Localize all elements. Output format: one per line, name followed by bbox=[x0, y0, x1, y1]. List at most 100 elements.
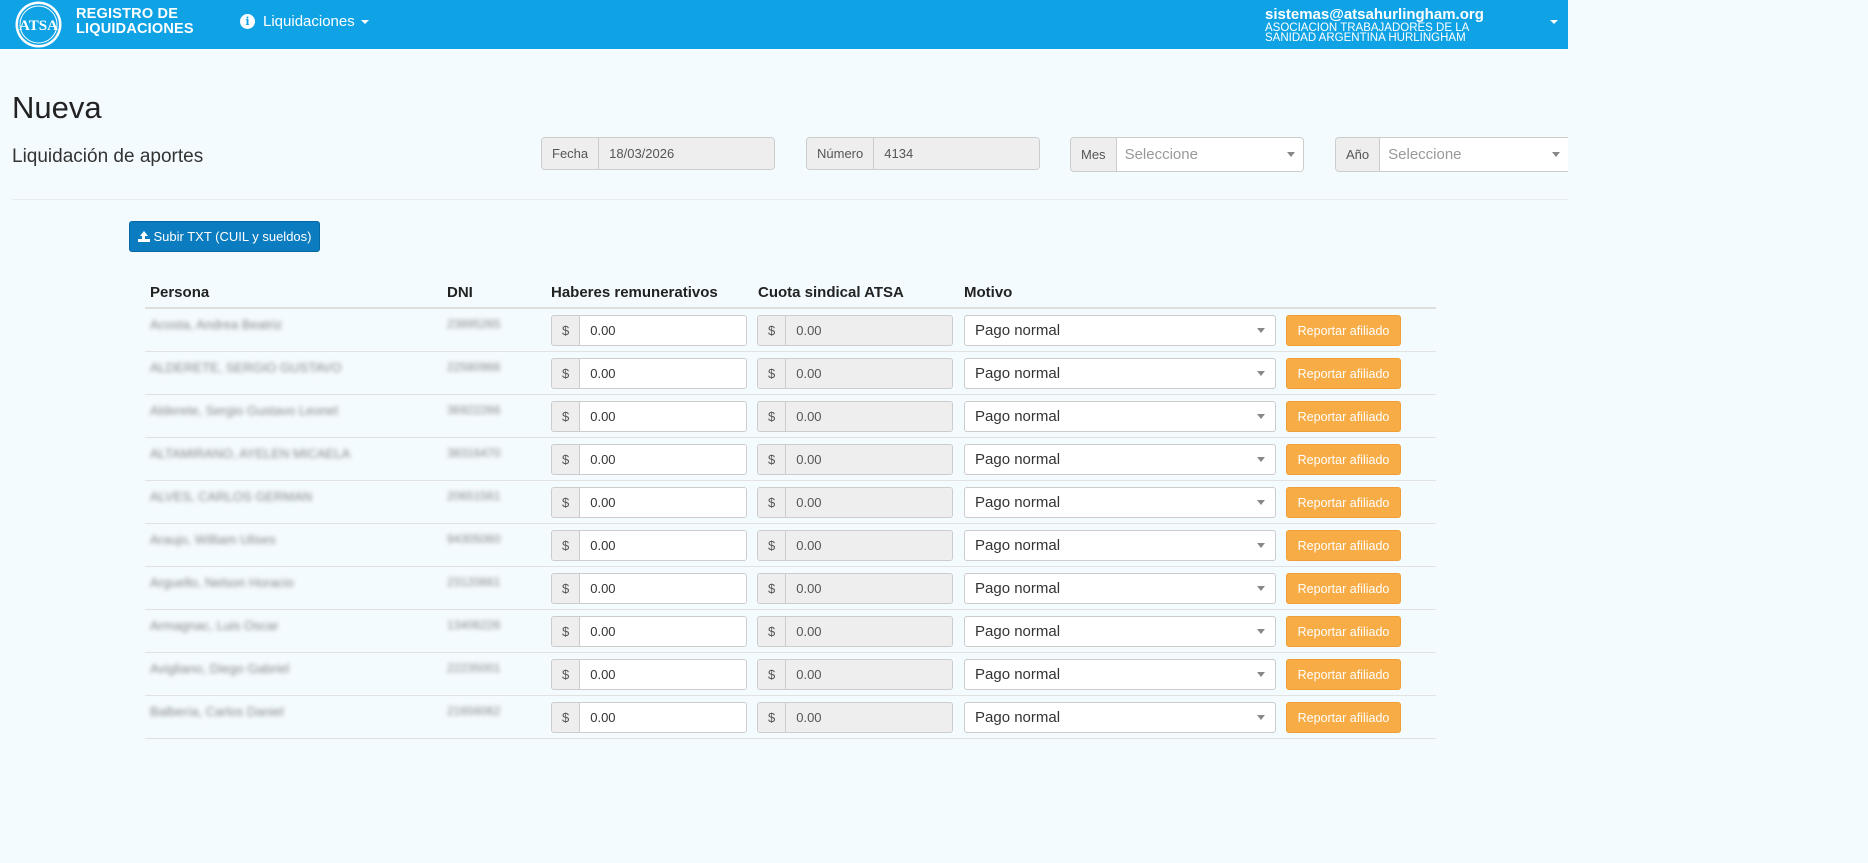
dni-cell: 22580966 bbox=[447, 360, 501, 374]
haberes-input-group[interactable]: $ 0.00 bbox=[551, 530, 747, 561]
currency-addon: $ bbox=[552, 359, 581, 388]
liquidaciones-menu[interactable]: i Liquidaciones bbox=[240, 13, 369, 30]
haberes-input-group[interactable]: $ 0.00 bbox=[551, 616, 747, 647]
table-header: Persona DNI Haberes remunerativos Cuota … bbox=[145, 280, 1436, 309]
header-divider bbox=[12, 199, 1568, 200]
haberes-input-group[interactable]: $ 0.00 bbox=[551, 659, 747, 690]
haberes-input-group[interactable]: $ 0.00 bbox=[551, 573, 747, 604]
motivo-selected-value: Pago normal bbox=[975, 494, 1061, 511]
app-brand[interactable]: REGISTRO DE LIQUIDACIONES bbox=[76, 7, 194, 37]
table-row: ALTAMIRANO, AYELEN MICAELA 38316470 $ 0.… bbox=[145, 438, 1436, 481]
currency-addon: $ bbox=[758, 445, 787, 474]
persona-cell: Avigliano, Diego Gabriel bbox=[150, 661, 290, 676]
table-row: Araujo, William Ulises 94305060 $ 0.00 $… bbox=[145, 524, 1436, 567]
motivo-selected-value: Pago normal bbox=[975, 623, 1061, 640]
report-affiliate-button[interactable]: Reportar afiliado bbox=[1286, 444, 1401, 475]
persona-cell: ALDERETE, SERGIO GUSTAVO bbox=[150, 360, 342, 375]
mes-select[interactable]: Mes Seleccione bbox=[1070, 137, 1304, 172]
atsa-logo[interactable]: ATSA bbox=[14, 0, 63, 49]
dropdown-arrow-icon bbox=[1257, 500, 1265, 505]
cuota-input: 0.00 bbox=[786, 531, 952, 560]
haberes-input[interactable]: 0.00 bbox=[580, 402, 746, 431]
cuota-input-group: $ 0.00 bbox=[757, 401, 953, 432]
dni-cell: 38316470 bbox=[447, 446, 501, 460]
report-affiliate-button[interactable]: Reportar afiliado bbox=[1286, 315, 1401, 346]
cuota-input-group: $ 0.00 bbox=[757, 702, 953, 733]
currency-addon: $ bbox=[552, 488, 581, 517]
table-body: Acosta, Andrea Beatriz 23895265 $ 0.00 $… bbox=[145, 309, 1436, 739]
motivo-select[interactable]: Pago normal bbox=[964, 702, 1276, 733]
dropdown-arrow-icon bbox=[1257, 543, 1265, 548]
numero-label: Número bbox=[807, 138, 875, 169]
dni-cell: 13406226 bbox=[447, 618, 501, 632]
haberes-input-group[interactable]: $ 0.00 bbox=[551, 702, 747, 733]
user-account[interactable]: sistemas@atsahurlingham.org ASOCIACION T… bbox=[1265, 6, 1484, 44]
haberes-input[interactable]: 0.00 bbox=[580, 617, 746, 646]
cuota-input-group: $ 0.00 bbox=[757, 444, 953, 475]
mes-selected-value: Seleccione bbox=[1124, 146, 1198, 163]
dropdown-arrow-icon bbox=[1552, 152, 1560, 157]
motivo-select[interactable]: Pago normal bbox=[964, 659, 1276, 690]
anio-label: Año bbox=[1336, 138, 1381, 171]
report-affiliate-button[interactable]: Reportar afiliado bbox=[1286, 401, 1401, 432]
motivo-select[interactable]: Pago normal bbox=[964, 401, 1276, 432]
report-affiliate-button[interactable]: Reportar afiliado bbox=[1286, 702, 1401, 733]
haberes-input-group[interactable]: $ 0.00 bbox=[551, 487, 747, 518]
anio-select[interactable]: Año Seleccione bbox=[1335, 137, 1568, 172]
haberes-input-group[interactable]: $ 0.00 bbox=[551, 315, 747, 346]
dropdown-arrow-icon bbox=[1287, 152, 1295, 157]
persona-cell: Acosta, Andrea Beatriz bbox=[150, 317, 283, 332]
motivo-selected-value: Pago normal bbox=[975, 365, 1061, 382]
motivo-selected-value: Pago normal bbox=[975, 709, 1061, 726]
haberes-input-group[interactable]: $ 0.00 bbox=[551, 401, 747, 432]
table-row: Avigliano, Diego Gabriel 22235001 $ 0.00… bbox=[145, 653, 1436, 696]
haberes-input[interactable]: 0.00 bbox=[580, 531, 746, 560]
upload-txt-label: Subir TXT (CUIL y sueldos) bbox=[153, 229, 312, 244]
haberes-input[interactable]: 0.00 bbox=[580, 445, 746, 474]
motivo-select[interactable]: Pago normal bbox=[964, 358, 1276, 389]
user-org-line-2: SANIDAD ARGENTINA HURLINGHAM bbox=[1265, 32, 1466, 44]
upload-txt-button[interactable]: Subir TXT (CUIL y sueldos) bbox=[129, 221, 320, 252]
currency-addon: $ bbox=[758, 359, 787, 388]
report-affiliate-button[interactable]: Reportar afiliado bbox=[1286, 616, 1401, 647]
table-row: Armagnac, Luis Oscar 13406226 $ 0.00 $ 0… bbox=[145, 610, 1436, 653]
user-email: sistemas@atsahurlingham.org bbox=[1265, 6, 1484, 23]
mes-dropdown[interactable]: Seleccione bbox=[1116, 138, 1303, 171]
motivo-select[interactable]: Pago normal bbox=[964, 530, 1276, 561]
top-navbar: ATSA REGISTRO DE LIQUIDACIONES i Liquida… bbox=[0, 0, 1568, 49]
persona-cell: Arguello, Nelson Horacio bbox=[150, 575, 294, 590]
dropdown-arrow-icon bbox=[1257, 715, 1265, 720]
report-affiliate-button[interactable]: Reportar afiliado bbox=[1286, 358, 1401, 389]
user-menu-caret-icon[interactable] bbox=[1550, 20, 1558, 24]
motivo-select[interactable]: Pago normal bbox=[964, 616, 1276, 647]
report-affiliate-button[interactable]: Reportar afiliado bbox=[1286, 659, 1401, 690]
report-affiliate-button[interactable]: Reportar afiliado bbox=[1286, 530, 1401, 561]
haberes-input[interactable]: 0.00 bbox=[580, 316, 746, 345]
haberes-input[interactable]: 0.00 bbox=[580, 488, 746, 517]
currency-addon: $ bbox=[758, 574, 787, 603]
haberes-input[interactable]: 0.00 bbox=[580, 359, 746, 388]
haberes-input-group[interactable]: $ 0.00 bbox=[551, 358, 747, 389]
motivo-select[interactable]: Pago normal bbox=[964, 444, 1276, 475]
cuota-input: 0.00 bbox=[786, 445, 952, 474]
table-row: Arguello, Nelson Horacio 23120661 $ 0.00… bbox=[145, 567, 1436, 610]
cuota-input-group: $ 0.00 bbox=[757, 659, 953, 690]
currency-addon: $ bbox=[552, 402, 581, 431]
persona-cell: Balbería, Carlos Daniel bbox=[150, 704, 284, 719]
currency-addon: $ bbox=[552, 617, 581, 646]
dropdown-arrow-icon bbox=[1257, 672, 1265, 677]
motivo-select[interactable]: Pago normal bbox=[964, 315, 1276, 346]
motivo-select[interactable]: Pago normal bbox=[964, 487, 1276, 518]
currency-addon: $ bbox=[552, 574, 581, 603]
anio-dropdown[interactable]: Seleccione bbox=[1380, 138, 1568, 171]
haberes-input[interactable]: 0.00 bbox=[580, 660, 746, 689]
haberes-input[interactable]: 0.00 bbox=[580, 574, 746, 603]
report-affiliate-button[interactable]: Reportar afiliado bbox=[1286, 487, 1401, 518]
currency-addon: $ bbox=[758, 617, 787, 646]
currency-addon: $ bbox=[758, 703, 787, 732]
motivo-select[interactable]: Pago normal bbox=[964, 573, 1276, 604]
haberes-input[interactable]: 0.00 bbox=[580, 703, 746, 732]
dropdown-arrow-icon bbox=[1257, 629, 1265, 634]
report-affiliate-button[interactable]: Reportar afiliado bbox=[1286, 573, 1401, 604]
haberes-input-group[interactable]: $ 0.00 bbox=[551, 444, 747, 475]
